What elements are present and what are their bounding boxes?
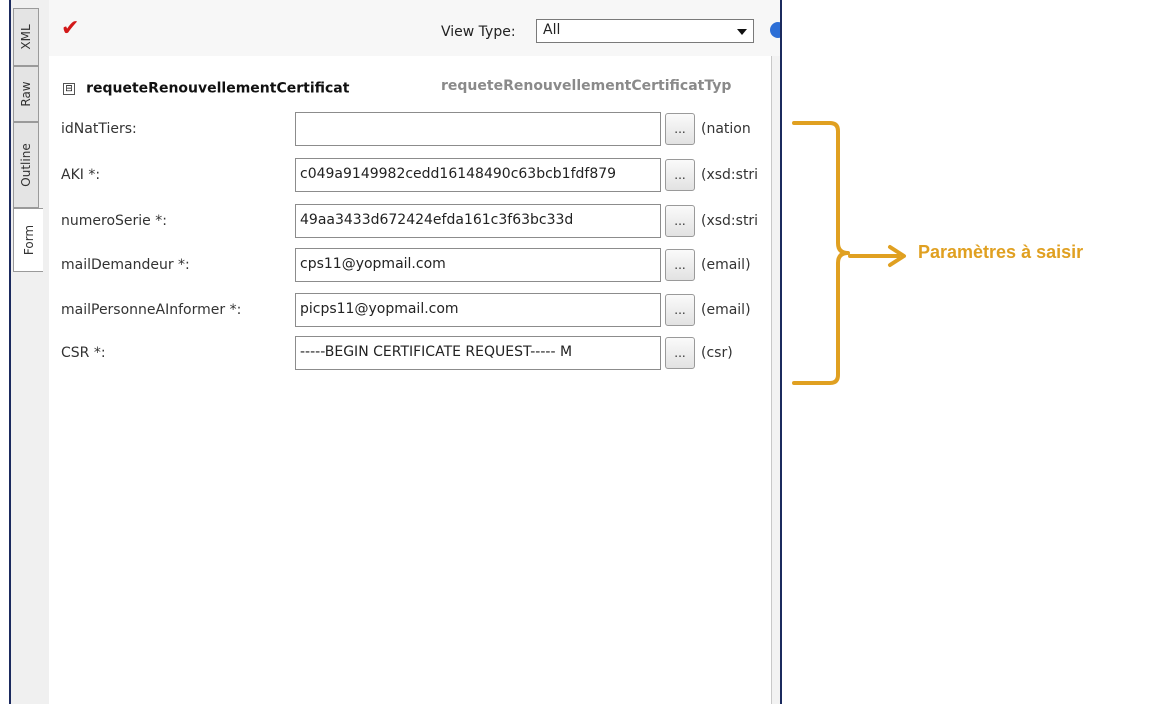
help-icon[interactable] — [770, 22, 780, 38]
type-hint: (csr) — [701, 345, 733, 361]
field-label: AKI *: — [61, 167, 101, 183]
check-icon[interactable]: ✔ — [61, 18, 79, 40]
type-hint: (xsd:stri — [701, 213, 759, 229]
field-row-csr: CSR *: -----BEGIN CERTIFICATE REQUEST---… — [61, 336, 780, 370]
numeroserie-input[interactable]: 49aa3433d672424efda161c3f63bc33d — [295, 204, 661, 238]
tab-form-label: Form — [21, 224, 36, 256]
ellipsis-button[interactable]: ... — [665, 337, 695, 369]
tab-xml-label: XML — [19, 24, 33, 50]
editor-window: XML Raw Outline Form ✔ View Type: All ⊟ — [9, 0, 782, 704]
element-header: ⊟ requeteRenouvellementCertificat requet… — [63, 78, 780, 98]
type-hint: (nation — [701, 121, 751, 137]
field-row-maildemandeur: mailDemandeur *: cps11@yopmail.com ... (… — [61, 248, 780, 282]
ellipsis-button[interactable]: ... — [665, 159, 695, 191]
tab-xml[interactable]: XML — [13, 8, 39, 66]
field-row-idnattiers: idNatTiers: ... (nation — [61, 112, 780, 146]
tab-raw-label: Raw — [19, 81, 33, 107]
toolbar: ✔ View Type: All — [49, 0, 780, 57]
field-row-aki: AKI *: c049a9149982cedd16148490c63bcb1fd… — [61, 158, 780, 192]
ellipsis-button[interactable]: ... — [665, 249, 695, 281]
maildemandeur-input[interactable]: cps11@yopmail.com — [295, 248, 661, 282]
side-tab-strip: XML Raw Outline Form — [11, 0, 50, 704]
field-row-numeroserie: numeroSerie *: 49aa3433d672424efda161c3f… — [61, 204, 780, 238]
screenshot-stage: XML Raw Outline Form ✔ View Type: All ⊟ — [0, 0, 1168, 704]
field-row-mailpersonneainformer: mailPersonneAInformer *: picps11@yopmail… — [61, 293, 780, 327]
field-label: mailPersonneAInformer *: — [61, 302, 242, 318]
element-type: requeteRenouvellementCertificatTyp — [441, 78, 732, 94]
field-label: idNatTiers: — [61, 121, 137, 137]
ellipsis-button[interactable]: ... — [665, 294, 695, 326]
tab-outline[interactable]: Outline — [13, 122, 39, 208]
field-label: mailDemandeur *: — [61, 257, 190, 273]
view-type-value: All — [543, 22, 561, 38]
tab-outline-label: Outline — [19, 143, 33, 187]
aki-input[interactable]: c049a9149982cedd16148490c63bcb1fdf879 — [295, 158, 661, 192]
arrow-right-icon — [848, 245, 906, 267]
form-panel: ⊟ requeteRenouvellementCertificat requet… — [49, 56, 772, 704]
tab-raw[interactable]: Raw — [13, 66, 39, 122]
annotation-label: Paramètres à saisir — [918, 242, 1084, 262]
view-type-select[interactable]: All — [536, 19, 754, 43]
collapse-icon[interactable]: ⊟ — [63, 82, 75, 95]
type-hint: (email) — [701, 302, 751, 318]
element-name: requeteRenouvellementCertificat — [86, 80, 350, 97]
csr-input[interactable]: -----BEGIN CERTIFICATE REQUEST----- M — [295, 336, 661, 370]
field-label: CSR *: — [61, 345, 106, 361]
chevron-down-icon — [737, 29, 747, 35]
vertical-scrollbar[interactable] — [771, 56, 780, 704]
mailpersonneainformer-input[interactable]: picps11@yopmail.com — [295, 293, 661, 327]
ellipsis-button[interactable]: ... — [665, 113, 695, 145]
type-hint: (xsd:stri — [701, 167, 759, 183]
field-label: numeroSerie *: — [61, 213, 167, 229]
view-type-label: View Type: — [441, 24, 516, 40]
bracket-annotation — [792, 121, 850, 385]
idnattiers-input[interactable] — [295, 112, 661, 146]
tab-form[interactable]: Form — [13, 208, 43, 272]
type-hint: (email) — [701, 257, 751, 273]
ellipsis-button[interactable]: ... — [665, 205, 695, 237]
